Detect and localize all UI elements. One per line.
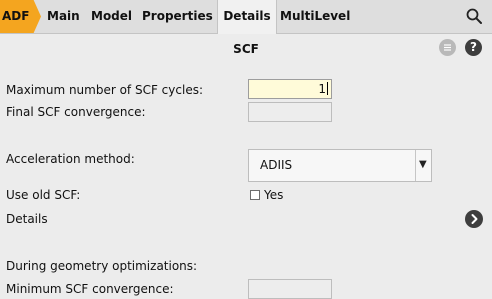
tab-model[interactable]: Model [91, 0, 132, 33]
tab-details[interactable]: Details [217, 0, 277, 34]
acceleration-method-value: ADIIS [260, 158, 293, 172]
max-scf-cycles-label: Maximum number of SCF cycles: [6, 83, 203, 97]
text-caret [327, 82, 328, 95]
min-convergence-input[interactable] [248, 279, 332, 299]
use-old-scf-checkbox[interactable] [250, 190, 260, 200]
geometry-opt-heading: During geometry optimizations: [6, 259, 198, 273]
menu-icon[interactable] [439, 39, 456, 56]
tab-main[interactable]: Main [47, 0, 80, 33]
tab-bar: ADF Main Model Properties Details MultiL… [0, 0, 492, 34]
tab-multilevel[interactable]: MultiLevel [280, 0, 350, 33]
chevron-right-icon[interactable] [465, 210, 483, 228]
acceleration-method-select[interactable]: ADIIS ▼ [248, 149, 432, 182]
use-old-scf-checkbox-label[interactable]: Yes [264, 188, 283, 202]
select-divider [415, 150, 416, 181]
panel-title: SCF [233, 42, 259, 56]
details-label[interactable]: Details [6, 212, 48, 226]
max-scf-cycles-value: 1 [318, 82, 326, 96]
tab-properties[interactable]: Properties [142, 0, 213, 33]
search-icon[interactable] [466, 8, 482, 24]
max-scf-cycles-input[interactable]: 1 [248, 79, 332, 99]
dropdown-arrow-icon: ▼ [419, 159, 427, 170]
acceleration-method-label: Acceleration method: [6, 152, 135, 166]
tab-adf[interactable]: ADF [0, 0, 41, 33]
min-convergence-label: Minimum SCF convergence: [6, 282, 174, 296]
help-icon[interactable]: ? [465, 39, 482, 56]
final-convergence-label: Final SCF convergence: [6, 105, 146, 119]
final-convergence-input[interactable] [248, 102, 332, 122]
use-old-scf-label: Use old SCF: [6, 188, 81, 202]
